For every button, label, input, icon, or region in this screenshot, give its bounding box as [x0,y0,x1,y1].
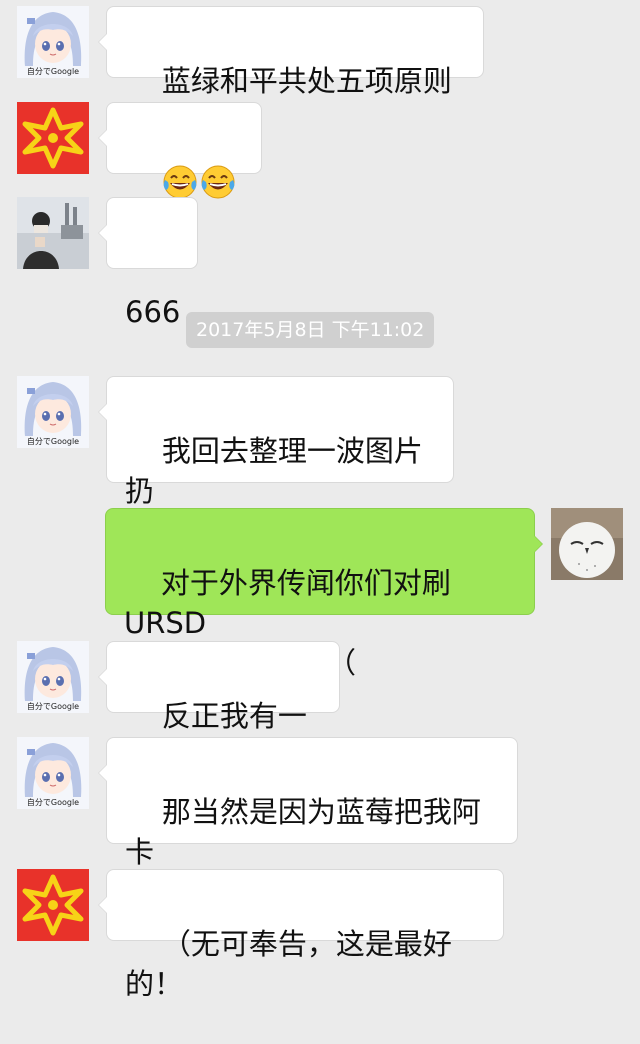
snowy-owl-avatar[interactable] [551,508,623,580]
red-star-avatar[interactable] [17,102,89,174]
avatar-caption: 自分でGoogle [26,798,80,807]
message-bubble[interactable] [98,102,262,174]
message-bubble[interactable]: 那当然是因为蓝莓把我阿卡 林了（ [98,737,518,909]
anime-girl-avatar[interactable]: 自分でGoogle [17,737,89,809]
anime-girl-avatar[interactable]: 自分でGoogle [17,376,89,448]
red-star-avatar[interactable] [17,869,89,941]
chat-timestamp: 2017年5月8日 下午11:02 [186,312,435,348]
tears-of-joy-emoji-icon [162,164,198,200]
avatar-caption: 自分でGoogle [26,702,80,711]
star-icon [17,869,89,941]
anime-girl-avatar[interactable]: 自分でGoogle [17,6,89,78]
avatar-caption: 自分でGoogle [26,437,80,446]
star-icon [17,102,89,174]
message-text: 666 [125,295,181,329]
message-bubble[interactable]: 666 [98,197,198,329]
tears-of-joy-emoji-icon [200,164,236,200]
message-bubble[interactable]: 蓝绿和平共处五项原则（ [98,6,484,138]
person-photo-icon [17,197,89,269]
message-bubble[interactable]: 我回去整理一波图片扔 Google drive [98,376,454,548]
message-bubble-outgoing[interactable]: 对于外界传闻你们对刷URSD 的事情怎么解释（ [105,508,543,680]
person-photo-avatar[interactable] [17,197,89,269]
message-bubble[interactable]: 反正我有一个t [98,641,340,773]
message-text: （无可奉告，这是最好的！ [125,927,452,1001]
anime-girl-avatar[interactable]: 自分でGoogle [17,641,89,713]
avatar-caption: 自分でGoogle [26,67,80,76]
message-bubble[interactable]: （无可奉告，这是最好的！ [98,869,504,1001]
snowy-owl-icon [551,508,623,580]
